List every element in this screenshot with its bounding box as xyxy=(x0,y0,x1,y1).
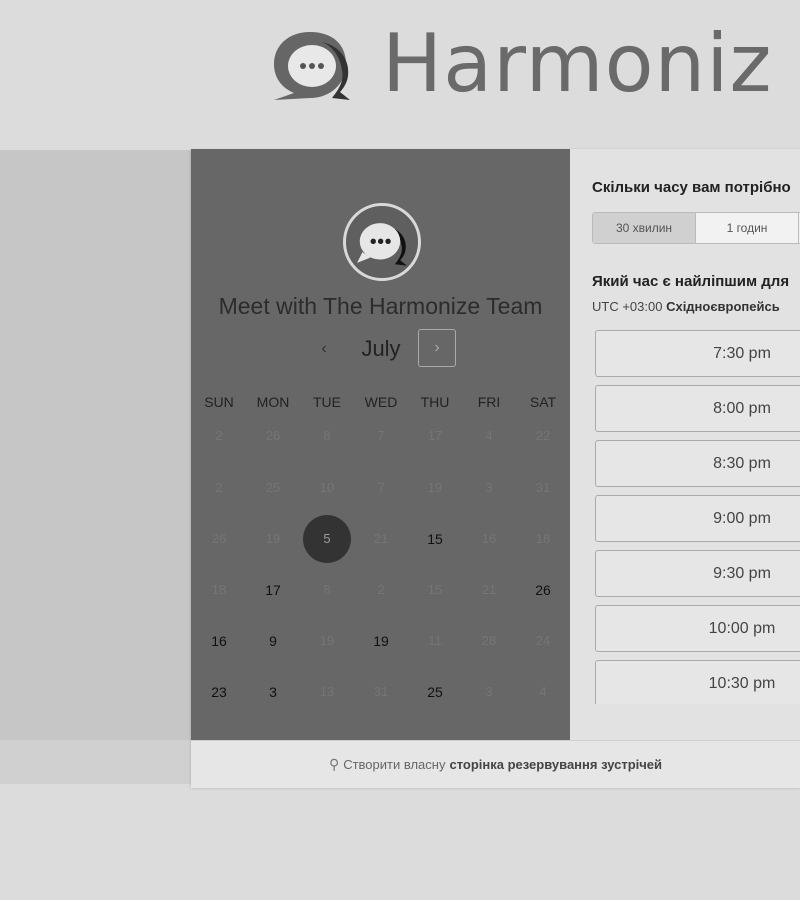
duration-option[interactable]: 30 хвилин xyxy=(593,213,696,243)
duration-option[interactable]: 1 годин xyxy=(696,213,799,243)
weekday-mon: MON xyxy=(256,394,290,410)
calendar-day: 22 xyxy=(535,428,551,443)
calendar-day: 7 xyxy=(377,428,385,443)
weekday-fri: FRI xyxy=(477,394,501,410)
avatar xyxy=(343,203,421,281)
time-slot-button[interactable]: 8:00 pm xyxy=(595,385,800,432)
calendar-day: 18 xyxy=(535,531,551,546)
calendar-day[interactable]: 16 xyxy=(195,617,243,665)
calendar-day: 25 xyxy=(265,480,281,495)
calendar-day: 31 xyxy=(535,480,551,495)
calendar-day: 4 xyxy=(485,428,493,443)
calendar-day: 16 xyxy=(481,531,497,546)
timezone-name: Східноєвропейсь xyxy=(666,299,780,314)
calendar-day: 19 xyxy=(319,633,335,648)
background-band-bottom xyxy=(0,740,192,784)
calendar-day: 3 xyxy=(485,480,493,495)
timezone-selector[interactable]: UTC +03:00 Східноєвропейсь xyxy=(592,299,780,314)
calendar-day[interactable]: 9 xyxy=(249,617,297,665)
time-slot-button[interactable]: 7:30 pm xyxy=(595,330,800,377)
chat-bubble-icon xyxy=(357,223,407,266)
calendar-day[interactable]: 25 xyxy=(411,668,459,716)
time-slot-button[interactable]: 10:00 pm xyxy=(595,605,800,652)
time-slot-button[interactable]: 10:30 pm xyxy=(595,660,800,704)
calendar-day: 31 xyxy=(373,684,389,699)
calendar-day: 8 xyxy=(323,582,331,597)
selected-date[interactable]: 5 xyxy=(303,515,351,563)
calendar-day: 8 xyxy=(323,428,331,443)
previous-month-button[interactable]: ‹ xyxy=(309,332,339,366)
booking-pane: Скільки часу вам потрібно 30 хвилин 1 год… xyxy=(570,149,800,740)
calendar-day[interactable]: 17 xyxy=(249,566,297,614)
meeting-title: Meet with The Harmonize Team xyxy=(218,293,543,319)
calendar-day: 2 xyxy=(215,480,223,495)
timezone-offset: UTC +03:00 xyxy=(592,299,663,314)
footer-link[interactable]: сторінка резервування зустрічей xyxy=(449,757,662,772)
calendar-day: 19 xyxy=(427,480,443,495)
footer: ⚲ Створити власну сторінка резервування … xyxy=(191,740,800,788)
calendar-day[interactable]: 15 xyxy=(411,515,459,563)
calendar-day[interactable]: 3 xyxy=(249,668,297,716)
calendar-day: 18 xyxy=(211,582,227,597)
calendar-day: 28 xyxy=(481,633,497,648)
calendar-day[interactable]: 19 xyxy=(357,617,405,665)
calendar-day: 4 xyxy=(539,684,547,699)
calendar-day[interactable]: 26 xyxy=(519,566,567,614)
weekday-sat: SAT xyxy=(529,394,557,410)
weekday-wed: WED xyxy=(364,394,398,410)
weekday-thu: THU xyxy=(420,394,450,410)
footer-prefix: Створити власну xyxy=(343,757,446,772)
calendar-day: 26 xyxy=(265,428,281,443)
calendar-day: 11 xyxy=(428,633,442,648)
calendar-day: 26 xyxy=(211,531,227,546)
calendar-day: 21 xyxy=(481,582,497,597)
calendar-day: 19 xyxy=(265,531,281,546)
weekday-tue: TUE xyxy=(313,394,341,410)
time-slot-button[interactable]: 8:30 pm xyxy=(595,440,800,487)
meetings-widget: Meet with The Harmonize Team ‹ July › SU… xyxy=(191,149,800,788)
month-navigation: ‹ July › xyxy=(191,329,570,369)
calendar-day: 2 xyxy=(215,428,223,443)
harmonize-logo-icon xyxy=(274,32,350,100)
calendar-day[interactable]: 23 xyxy=(195,668,243,716)
hubspot-sprocket-icon: ⚲ xyxy=(328,756,340,772)
calendar-day: 24 xyxy=(535,633,551,648)
calendar-day: 3 xyxy=(485,684,493,699)
duration-question: Скільки часу вам потрібно xyxy=(592,179,791,196)
time-slot-list: 7:30 pm 8:00 pm 8:30 pm 9:00 pm 9:30 pm 10:00… xyxy=(595,330,800,704)
calendar-pane: Meet with The Harmonize Team ‹ July › SU… xyxy=(191,149,570,740)
calendar-day: 10 xyxy=(319,480,335,495)
background-band xyxy=(0,150,192,782)
calendar-day: 13 xyxy=(319,684,335,699)
time-slot-button[interactable]: 9:30 pm xyxy=(595,550,800,597)
month-label: July xyxy=(361,336,401,361)
brand-name: Harmoniz xyxy=(382,17,773,110)
weekday-sun: SUN xyxy=(204,394,234,410)
duration-selector: 30 хвилин 1 годин xyxy=(592,212,800,244)
calendar-day: 17 xyxy=(427,428,443,443)
time-question: Який час є найліпшим для xyxy=(592,273,790,290)
time-slot-button[interactable]: 9:00 pm xyxy=(595,495,800,542)
calendar-day: 7 xyxy=(377,480,385,495)
next-month-button[interactable]: › xyxy=(418,329,456,367)
header: Harmoniz xyxy=(0,0,800,140)
calendar-day: 21 xyxy=(373,531,389,546)
calendar-day: 2 xyxy=(377,582,385,597)
calendar-day: 15 xyxy=(427,582,443,597)
